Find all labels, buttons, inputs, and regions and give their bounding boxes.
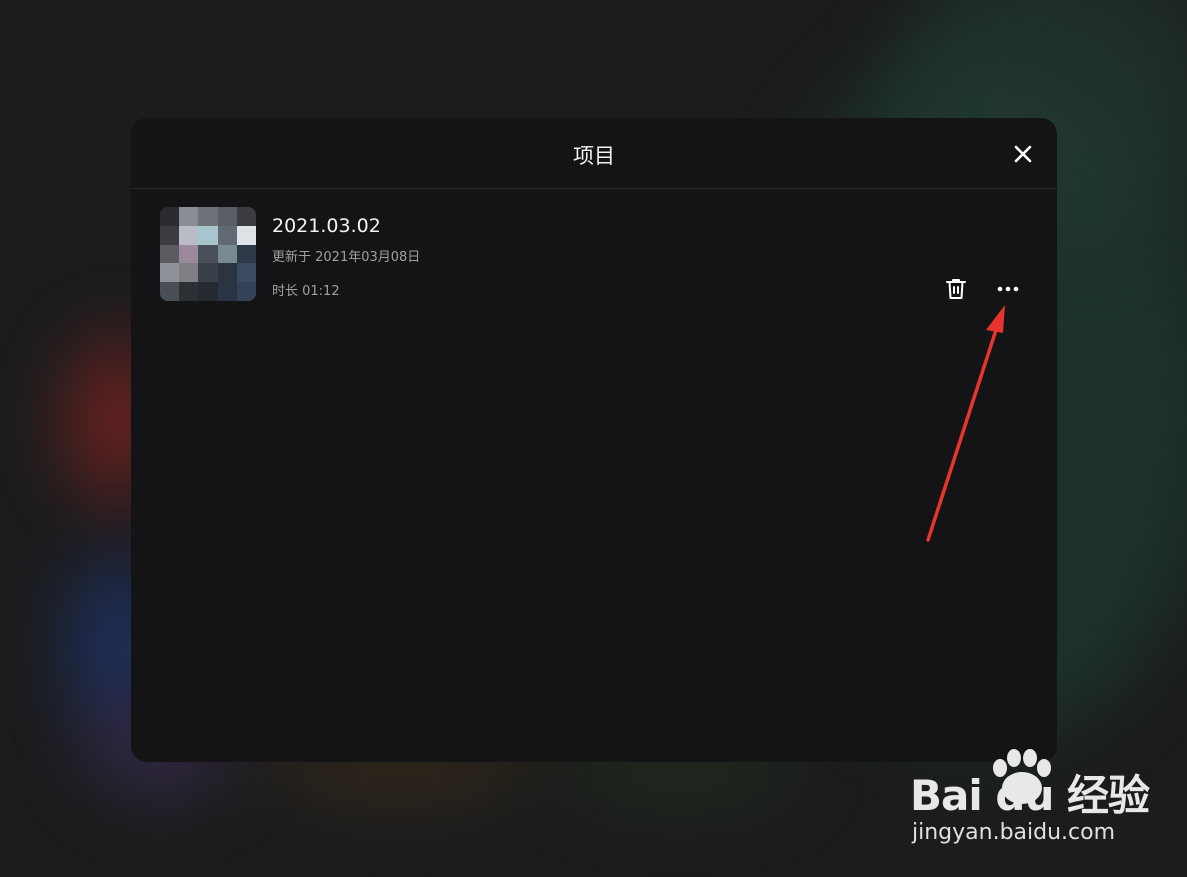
trash-icon xyxy=(946,279,966,299)
close-button[interactable] xyxy=(1011,142,1035,166)
project-item[interactable]: 2021.03.02 更新于 2021年03月08日 时长 01:12 xyxy=(160,207,1040,303)
baidu-jingyan-watermark: Bai du 经验 jingyan.baidu.com xyxy=(910,748,1170,858)
more-options-button[interactable] xyxy=(996,279,1020,299)
modal-title: 项目 xyxy=(573,144,615,168)
projects-modal: 项目 2021.03.02 更新于 2021年03月08日 时长 01:12 xyxy=(131,118,1057,762)
project-thumbnail[interactable] xyxy=(160,207,256,301)
project-duration: 时长 01:12 xyxy=(272,284,340,299)
project-updated-date: 更新于 2021年03月08日 xyxy=(272,250,421,265)
more-horizontal-icon xyxy=(997,286,1019,292)
close-icon xyxy=(1014,145,1032,163)
watermark-url: jingyan.baidu.com xyxy=(912,820,1116,845)
watermark-logo-text: Bai du 经验 xyxy=(910,771,1150,820)
delete-button[interactable] xyxy=(945,277,967,301)
project-name: 2021.03.02 xyxy=(272,215,381,237)
modal-header: 项目 xyxy=(131,118,1057,189)
